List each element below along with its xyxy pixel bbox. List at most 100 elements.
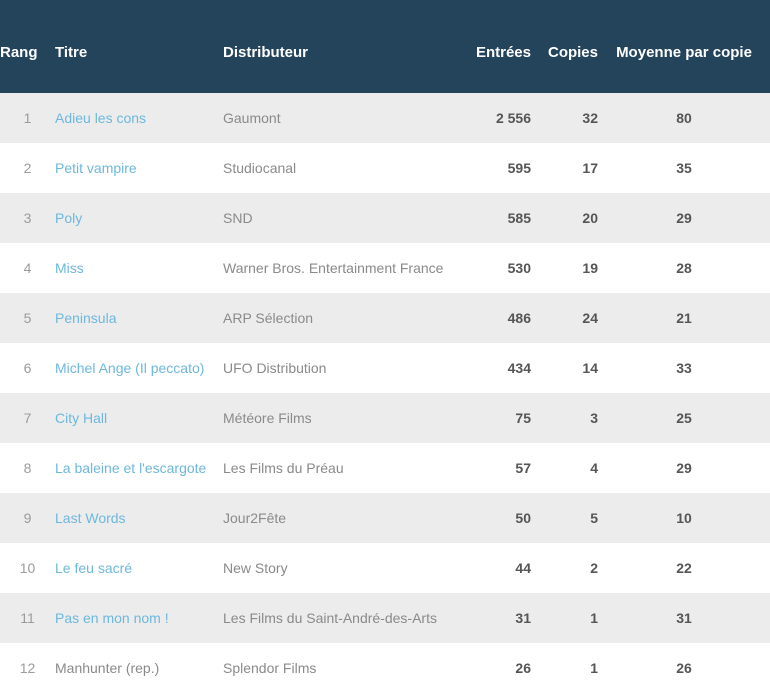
table-row: 4 Miss Warner Bros. Entertainment France 53… bbox=[0, 243, 770, 293]
cell-moyenne-par-copie: 35 bbox=[676, 160, 692, 176]
cell-entrees: 595 bbox=[507, 160, 531, 176]
cell-copies: 24 bbox=[582, 310, 598, 326]
cell-rang: 8 bbox=[23, 460, 32, 476]
column-header-rang: Rang bbox=[0, 44, 38, 61]
cell-rang: 4 bbox=[23, 260, 32, 276]
cell-distributeur: New Story bbox=[223, 560, 288, 576]
cell-titre: Petit vampire bbox=[55, 143, 223, 193]
cell-rang: 3 bbox=[23, 210, 32, 226]
film-title-link[interactable]: La baleine et l'escargote bbox=[55, 460, 206, 476]
cell-titre: Pas en mon nom ! bbox=[55, 593, 223, 643]
cell-rang: 9 bbox=[23, 510, 32, 526]
cell-moyenne-par-copie: 22 bbox=[676, 560, 692, 576]
film-title-link[interactable]: City Hall bbox=[55, 410, 107, 426]
cell-copies: 32 bbox=[582, 110, 598, 126]
cell-moyenne-par-copie: 25 bbox=[676, 410, 692, 426]
cell-distributeur: Les Films du Saint-André-des-Arts bbox=[223, 610, 437, 626]
cell-entrees: 75 bbox=[515, 410, 531, 426]
cell-entrees: 26 bbox=[515, 660, 531, 676]
cell-entrees: 530 bbox=[507, 260, 531, 276]
cell-copies: 14 bbox=[582, 360, 598, 376]
cell-titre: Last Words bbox=[55, 493, 223, 543]
cell-distributeur: ARP Sélection bbox=[223, 310, 314, 326]
cell-copies: 17 bbox=[582, 160, 598, 176]
cell-titre: Le feu sacré bbox=[55, 543, 223, 593]
boxoffice-ranking-table: Rang Titre Distributeur Entrées Copies M… bbox=[0, 0, 770, 693]
table-row: 1 Adieu les cons Gaumont 2 556 32 80 bbox=[0, 93, 770, 143]
column-header-entrees: Entrées bbox=[475, 44, 531, 61]
cell-distributeur: Gaumont bbox=[223, 110, 281, 126]
cell-titre: Michel Ange (Il peccato) bbox=[55, 343, 223, 393]
table-row: 8 La baleine et l'escargote Les Films du P… bbox=[0, 443, 770, 493]
film-title-link[interactable]: Adieu les cons bbox=[55, 110, 146, 126]
film-title-link[interactable]: Last Words bbox=[55, 510, 126, 526]
cell-rang: 5 bbox=[23, 310, 32, 326]
cell-moyenne-par-copie: 29 bbox=[676, 210, 692, 226]
cell-titre: Adieu les cons bbox=[55, 93, 223, 143]
cell-distributeur: Studiocanal bbox=[223, 160, 297, 176]
column-header-copies: Copies bbox=[547, 44, 598, 61]
table-row: 10 Le feu sacré New Story 44 2 22 bbox=[0, 543, 770, 593]
column-header-titre: Titre bbox=[55, 44, 88, 61]
film-title-link[interactable]: Le feu sacré bbox=[55, 560, 132, 576]
cell-copies: 4 bbox=[590, 460, 598, 476]
cell-moyenne-par-copie: 33 bbox=[676, 360, 692, 376]
cell-entrees: 50 bbox=[515, 510, 531, 526]
table-row: 6 Michel Ange (Il peccato) UFO Distributio… bbox=[0, 343, 770, 393]
cell-moyenne-par-copie: 80 bbox=[676, 110, 692, 126]
cell-rang: 1 bbox=[23, 110, 32, 126]
cell-titre: La baleine et l'escargote bbox=[55, 443, 223, 493]
table-row: 3 Poly SND 585 20 29 bbox=[0, 193, 770, 243]
table-row: 2 Petit vampire Studiocanal 595 17 35 bbox=[0, 143, 770, 193]
film-title-link[interactable]: Peninsula bbox=[55, 310, 117, 326]
cell-copies: 20 bbox=[582, 210, 598, 226]
table-row: 7 City Hall Météore Films 75 3 25 bbox=[0, 393, 770, 443]
table-row: 5 Peninsula ARP Sélection 486 24 21 bbox=[0, 293, 770, 343]
film-title-link[interactable]: Poly bbox=[55, 210, 82, 226]
table-header: Rang Titre Distributeur Entrées Copies M… bbox=[0, 0, 770, 93]
cell-copies: 5 bbox=[590, 510, 598, 526]
cell-entrees: 31 bbox=[515, 610, 531, 626]
film-title-link[interactable]: Pas en mon nom ! bbox=[55, 610, 169, 626]
column-header-moyenne-par-copie: Moyenne par copie bbox=[616, 44, 752, 61]
film-title-link[interactable]: Michel Ange (Il peccato) bbox=[55, 360, 204, 376]
film-title-text: Manhunter (rep.) bbox=[55, 660, 160, 676]
cell-distributeur: Météore Films bbox=[223, 410, 312, 426]
cell-entrees: 434 bbox=[507, 360, 531, 376]
cell-rang: 11 bbox=[20, 610, 35, 626]
cell-titre: Miss bbox=[55, 243, 223, 293]
cell-distributeur: Warner Bros. Entertainment France bbox=[223, 260, 444, 276]
cell-titre: Peninsula bbox=[55, 293, 223, 343]
cell-copies: 2 bbox=[590, 560, 598, 576]
table-row: 12 Manhunter (rep.) Splendor Films 26 1 26 bbox=[0, 643, 770, 693]
table-body: 1 Adieu les cons Gaumont 2 556 32 80 2 Petit va… bbox=[0, 93, 770, 693]
cell-entrees: 585 bbox=[507, 210, 531, 226]
cell-distributeur: SND bbox=[223, 210, 253, 226]
table-row: 11 Pas en mon nom ! Les Films du Saint-And… bbox=[0, 593, 770, 643]
cell-titre: City Hall bbox=[55, 393, 223, 443]
cell-rang: 2 bbox=[23, 160, 32, 176]
table-row: 9 Last Words Jour2Fête 50 5 10 bbox=[0, 493, 770, 543]
film-title-link[interactable]: Petit vampire bbox=[55, 160, 137, 176]
cell-moyenne-par-copie: 28 bbox=[676, 260, 692, 276]
cell-moyenne-par-copie: 31 bbox=[676, 610, 692, 626]
table-header-row: Rang Titre Distributeur Entrées Copies M… bbox=[0, 0, 770, 93]
cell-moyenne-par-copie: 29 bbox=[676, 460, 692, 476]
cell-rang: 6 bbox=[23, 360, 32, 376]
cell-moyenne-par-copie: 10 bbox=[676, 510, 692, 526]
cell-copies: 3 bbox=[590, 410, 598, 426]
cell-entrees: 44 bbox=[515, 560, 531, 576]
cell-entrees: 486 bbox=[507, 310, 531, 326]
cell-titre: Poly bbox=[55, 193, 223, 243]
cell-entrees: 2 556 bbox=[495, 110, 531, 126]
cell-moyenne-par-copie: 21 bbox=[676, 310, 692, 326]
cell-distributeur: Jour2Fête bbox=[223, 510, 287, 526]
cell-moyenne-par-copie: 26 bbox=[676, 660, 692, 676]
column-header-distributeur: Distributeur bbox=[223, 44, 309, 61]
cell-copies: 1 bbox=[590, 660, 598, 676]
cell-rang: 10 bbox=[19, 560, 36, 576]
cell-rang: 12 bbox=[19, 660, 36, 676]
film-title-link[interactable]: Miss bbox=[55, 260, 84, 276]
cell-distributeur: UFO Distribution bbox=[223, 360, 327, 376]
cell-copies: 1 bbox=[590, 610, 598, 626]
